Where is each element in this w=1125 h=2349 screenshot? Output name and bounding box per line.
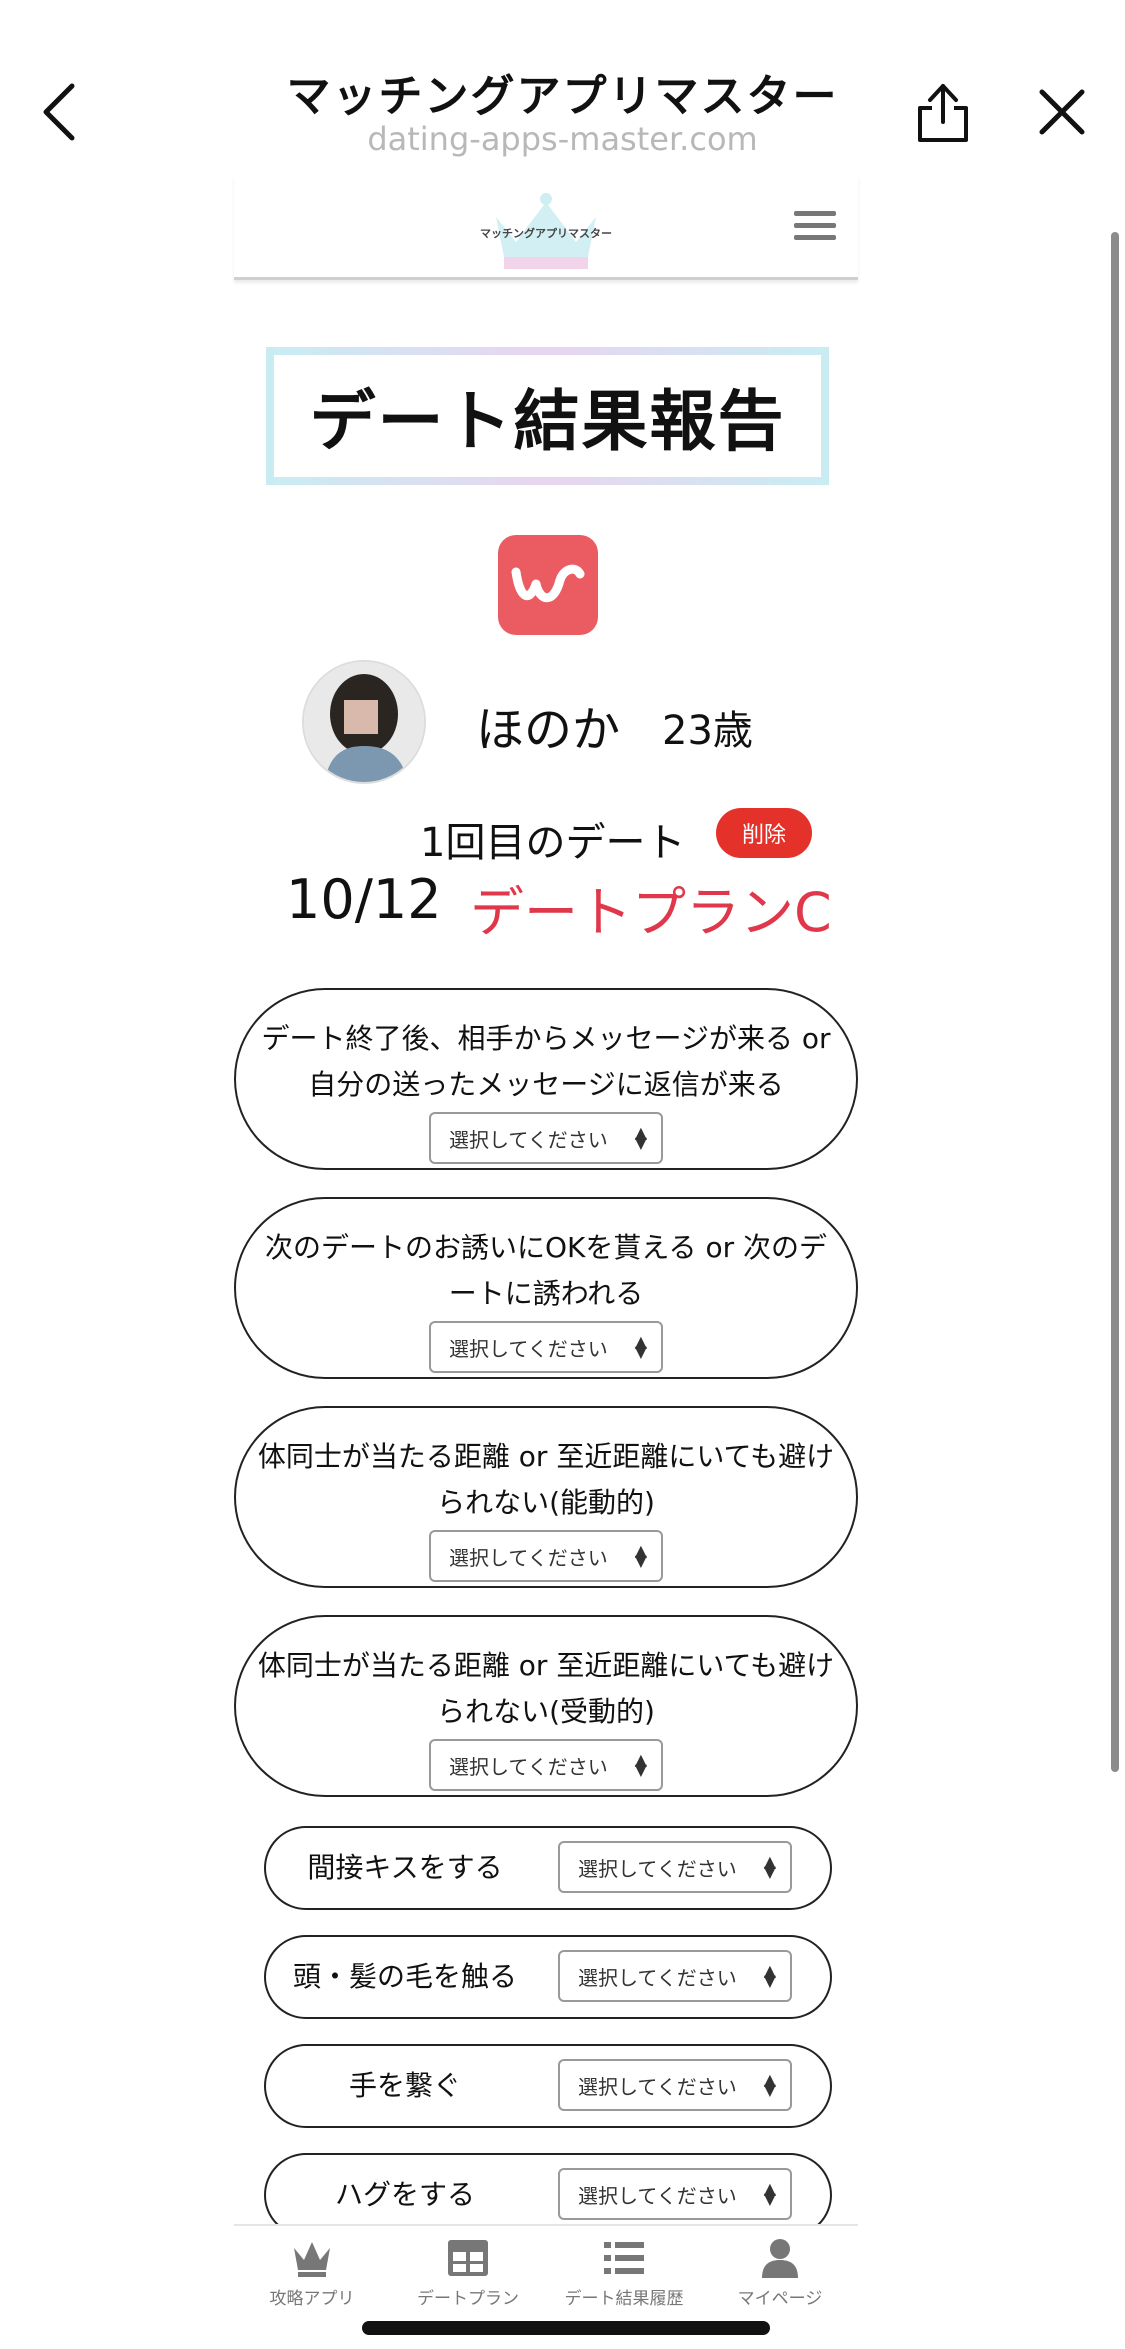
hamburger-line — [794, 223, 836, 228]
select-arrows-icon: ▲ ▼ — [634, 1541, 647, 1570]
share-button[interactable] — [910, 80, 976, 146]
question-text: 間接キスをする — [307, 1851, 503, 1884]
tab-date-plan[interactable]: デートプラン — [390, 2238, 546, 2309]
hamburger-line — [794, 235, 836, 240]
select-value: 選択してください — [578, 2074, 737, 2099]
select-value: 選択してください — [578, 1856, 737, 1881]
delete-button[interactable]: 削除 — [716, 808, 812, 858]
select-arrows-icon: ▲ ▼ — [763, 1852, 776, 1881]
profile-age: 23歳 — [662, 708, 753, 754]
tab-date-history[interactable]: デート結果履歴 — [546, 2238, 702, 2309]
question-card: 次のデートのお誘いにOKを貰える or 次のデートに誘われる 選択してください ▲… — [234, 1197, 858, 1379]
question-row: 間接キスをする 選択してください ▲ ▼ — [264, 1826, 832, 1910]
tab-strategy-apps[interactable]: 攻略アプリ — [234, 2238, 390, 2309]
select-value: 選択してください — [449, 1336, 608, 1361]
select-value: 選択してください — [449, 1754, 608, 1779]
answer-select[interactable]: 選択してください ▲ ▼ — [558, 2059, 792, 2111]
question-row: 頭・髪の毛を触る 選択してください ▲ ▼ — [264, 1935, 832, 2019]
tab-my-page[interactable]: マイページ — [702, 2238, 858, 2309]
close-button[interactable] — [1036, 86, 1088, 138]
user-icon — [762, 2239, 798, 2278]
select-arrows-icon: ▲ ▼ — [634, 1123, 647, 1152]
list-icon — [604, 2242, 644, 2274]
question-row: 手を繋ぐ 選択してください ▲ ▼ — [264, 2044, 832, 2128]
site-url: dating-apps-master.com — [367, 120, 758, 158]
profile-name: ほのか — [476, 702, 621, 758]
answer-select[interactable]: 選択してください ▲ ▼ — [558, 1950, 792, 2002]
select-arrows-icon: ▲ ▼ — [763, 2070, 776, 2099]
question-text: デート終了後、相手からメッセージが来る or 自分の送ったメッセージに返信が来る — [261, 1022, 831, 1101]
tab-label: マイページ — [737, 2289, 823, 2309]
chevron-left-icon — [43, 83, 75, 141]
answer-select[interactable]: 選択してください ▲ ▼ — [429, 1112, 663, 1164]
grid-icon — [448, 2240, 488, 2276]
question-text: 次のデートのお誘いにOKを貰える or 次のデートに誘われる — [264, 1231, 827, 1310]
date-value: 10/12 — [286, 868, 442, 931]
question-text: 頭・髪の毛を触る — [292, 1960, 517, 1993]
logo-text: マッチングアプリマスター — [480, 227, 612, 240]
page-header: マッチングアプリマスター — [234, 175, 858, 280]
question-card: 体同士が当たる距離 or 至近距離にいても避けられない(能動的) 選択してくださ… — [234, 1406, 858, 1588]
hamburger-icon — [794, 211, 836, 216]
date-plan[interactable]: デートプランC — [470, 868, 832, 947]
menu-button[interactable] — [794, 211, 836, 245]
site-logo[interactable]: マッチングアプリマスター — [466, 187, 626, 273]
home-indicator[interactable] — [362, 2321, 770, 2335]
back-button[interactable] — [36, 80, 86, 144]
select-value: 選択してください — [578, 2183, 737, 2208]
tab-label: 攻略アプリ — [269, 2289, 355, 2309]
answer-select[interactable]: 選択してください ▲ ▼ — [558, 1841, 792, 1893]
page-title-box: デート結果報告 — [266, 347, 829, 485]
question-card: デート終了後、相手からメッセージが来る or 自分の送ったメッセージに返信が来る… — [234, 988, 858, 1170]
tab-label: デート結果履歴 — [564, 2289, 684, 2309]
question-text: 手を繋ぐ — [348, 2069, 461, 2102]
site-title: マッチングアプリマスター — [286, 71, 839, 122]
question-text: ハグをする — [334, 2178, 475, 2211]
tab-label: デートプラン — [417, 2289, 519, 2309]
avatar-photo — [304, 662, 424, 782]
w-letter-icon — [511, 564, 585, 603]
select-value: 選択してください — [449, 1127, 608, 1152]
question-card: 体同士が当たる距離 or 至近距離にいても避けられない(受動的) 選択してくださ… — [234, 1615, 858, 1797]
answer-select[interactable]: 選択してください ▲ ▼ — [558, 2168, 792, 2220]
share-icon — [918, 84, 968, 142]
question-text: 体同士が当たる距離 or 至近距離にいても避けられない(能動的) — [257, 1440, 835, 1519]
select-arrows-icon: ▲ ▼ — [634, 1332, 647, 1361]
browser-bar: マッチングアプリマスター dating-apps-master.com — [0, 0, 1125, 175]
crown-icon — [294, 2242, 330, 2277]
select-value: 選択してください — [449, 1545, 608, 1570]
select-arrows-icon: ▲ ▼ — [763, 1961, 776, 1990]
select-arrows-icon: ▲ ▼ — [763, 2179, 776, 2208]
answer-select[interactable]: 選択してください ▲ ▼ — [429, 1530, 663, 1582]
avatar — [302, 660, 426, 784]
answer-select[interactable]: 選択してください ▲ ▼ — [429, 1321, 663, 1373]
answer-select[interactable]: 選択してください ▲ ▼ — [429, 1739, 663, 1791]
page-title: デート結果報告 — [309, 383, 786, 460]
question-text: 体同士が当たる距離 or 至近距離にいても避けられない(受動的) — [257, 1649, 835, 1728]
w-app-icon — [498, 535, 598, 635]
scrollbar[interactable] — [1111, 232, 1119, 1772]
select-value: 選択してください — [578, 1965, 737, 1990]
close-icon — [1039, 89, 1085, 135]
date-count-label: 1回目のデート — [420, 820, 686, 866]
select-arrows-icon: ▲ ▼ — [634, 1750, 647, 1779]
